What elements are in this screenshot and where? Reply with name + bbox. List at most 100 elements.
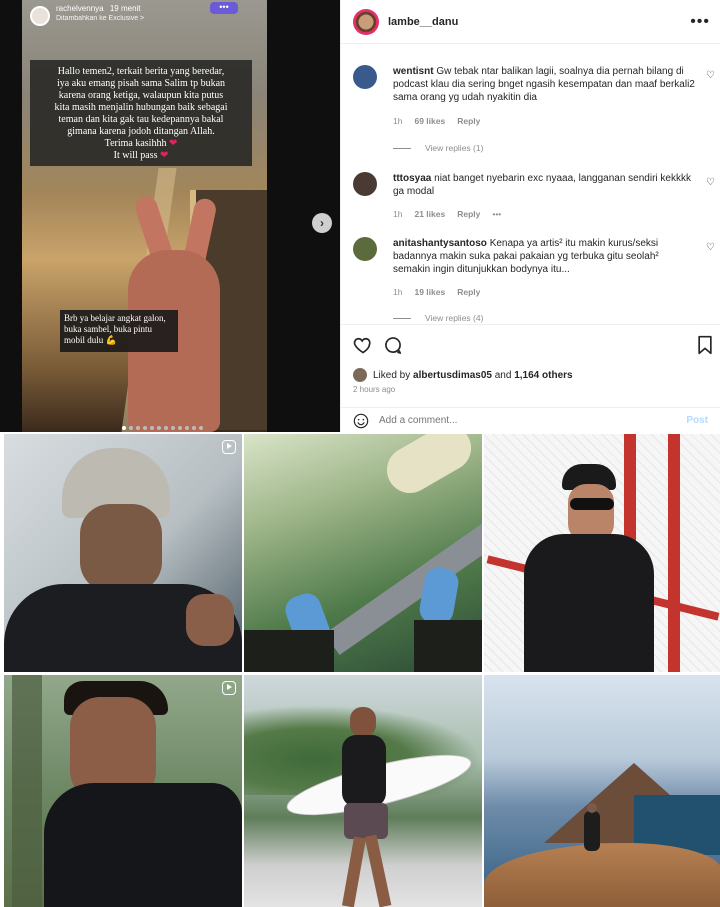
comment-body: Gw tebak ntar balikan lagii, soalnya dia…: [393, 66, 695, 103]
face: [80, 504, 162, 592]
comments-list[interactable]: wentisnt Gw tebak ntar balikan lagii, so…: [341, 45, 720, 323]
comment-like-icon[interactable]: ♡: [706, 71, 716, 81]
island: [378, 434, 480, 502]
carousel-dot: [157, 426, 161, 430]
replies-divider: [393, 317, 411, 319]
comment-icon[interactable]: [383, 335, 403, 355]
bookmark-icon[interactable]: [697, 335, 713, 355]
view-replies-label: View replies (4): [425, 313, 484, 323]
story-caption-secondary: Brb ya belajar angkat galon, buka sambel…: [60, 310, 178, 352]
story-username: rachelvennya: [56, 4, 104, 13]
add-comment-bar: Post: [341, 407, 720, 433]
legs: [244, 630, 334, 672]
post-actions: Liked by albertusdimas05 and 1,164 other…: [341, 324, 720, 432]
view-replies-button[interactable]: View replies (4): [393, 313, 483, 323]
tile-sunglasses-man[interactable]: [484, 434, 720, 672]
comment-body: niat banget nyebarin exc nyaaa, langgana…: [393, 173, 691, 197]
comment-username[interactable]: wentisnt: [393, 66, 434, 77]
tile-wetsuit-man[interactable]: [4, 675, 242, 907]
story-user-block: rachelvennya 19 menit Ditambahkan ke Exc…: [56, 4, 144, 24]
carousel-dot: [171, 426, 175, 430]
hiker-head: [587, 803, 597, 813]
next-arrow-icon[interactable]: ›: [312, 213, 332, 233]
view-replies-label: View replies (1): [425, 143, 484, 153]
heart-icon: ❤: [160, 150, 169, 161]
liked-by-and: and: [494, 369, 512, 381]
carousel-dot: [164, 426, 168, 430]
action-icons-row: [353, 335, 712, 357]
profile-photo-grid: [0, 432, 720, 907]
head: [350, 707, 376, 737]
liked-by-avatar: [353, 368, 367, 382]
rash-guard: [342, 735, 386, 807]
story-time: 19 menit: [109, 4, 141, 13]
caption-line: karena orang ketiga, walaupun kita putus: [58, 90, 224, 101]
caption-line: Hallo temen2, terkait berita yang bereda…: [57, 66, 225, 77]
comment-options-icon[interactable]: •••: [492, 209, 501, 219]
comment-text: tttosyaa niat banget nyebarin exc nyaaa,…: [393, 172, 695, 198]
reels-icon: [222, 440, 236, 454]
caption-line: Terima kasihhh: [104, 138, 167, 149]
comment-text: wentisnt Gw tebak ntar balikan lagii, so…: [393, 65, 695, 104]
heart-icon[interactable]: [353, 335, 373, 355]
comment-likes[interactable]: 69 likes: [414, 116, 445, 126]
post-media[interactable]: rachelvennya 19 menit Ditambahkan ke Exc…: [0, 0, 340, 432]
caption-line-with-heart: It will pass ❤: [34, 150, 248, 162]
carousel-dots: [122, 426, 203, 430]
liked-by-count[interactable]: 1,164 others: [514, 370, 572, 381]
comment-like-icon[interactable]: ♡: [706, 243, 716, 253]
emoji-icon[interactable]: [353, 413, 369, 429]
liked-by-line: Liked by albertusdimas05 and 1,164 other…: [353, 368, 573, 382]
tile-surfboard-man[interactable]: [244, 675, 482, 907]
reels-icon: [222, 681, 236, 695]
comment-reply-button[interactable]: Reply: [457, 287, 480, 297]
leg: [364, 834, 392, 907]
caption-line: iya aku emang pisah sama Salim tp bukan: [56, 78, 226, 89]
more-options-icon[interactable]: •••: [690, 13, 710, 31]
carousel-dot: [129, 426, 133, 430]
comment-likes[interactable]: 21 likes: [414, 209, 445, 219]
story-screenshot: rachelvennya 19 menit Ditambahkan ke Exc…: [22, 0, 267, 432]
shorts: [344, 803, 388, 839]
post-comment-button[interactable]: Post: [686, 415, 708, 426]
comment-meta: 1h 69 likes Reply: [393, 116, 480, 126]
story-subline: Ditambahkan ke Exclusive >: [56, 15, 145, 22]
liked-by-user[interactable]: albertusdimas05: [413, 370, 492, 381]
carousel-dot: [136, 426, 140, 430]
tile-beanie-man[interactable]: [4, 434, 242, 672]
comment-time: 1h: [393, 116, 403, 126]
post-author-avatar[interactable]: [353, 8, 379, 35]
comment-reply-button[interactable]: Reply: [457, 116, 480, 126]
caption-line: teman dan kita gak tau kedepannya bakal: [58, 114, 224, 125]
tile-mountain-hiker[interactable]: [484, 675, 720, 907]
carousel-dot: [122, 426, 126, 430]
comment-input[interactable]: [379, 415, 677, 426]
comment-username[interactable]: tttosyaa: [393, 173, 431, 184]
post-view: rachelvennya 19 menit Ditambahkan ke Exc…: [0, 0, 720, 432]
replies-divider: [393, 147, 411, 149]
hand: [186, 594, 234, 646]
comment-avatar[interactable]: [353, 65, 377, 89]
comment-username[interactable]: anitashantysantoso: [393, 238, 487, 249]
story-avatar: [30, 6, 50, 26]
comment-reply-button[interactable]: Reply: [457, 209, 480, 219]
carousel-dot: [185, 426, 189, 430]
post-side-panel: lambe__danu ••• wentisnt Gw tebak ntar b…: [340, 0, 720, 432]
caption-line: kita masih menjalin hubungan baik sebaga…: [54, 102, 228, 113]
comment-avatar[interactable]: [353, 172, 377, 196]
caption-line-with-heart: Terima kasihhh ❤: [34, 138, 248, 150]
sweater: [524, 534, 654, 672]
carousel-dot: [199, 426, 203, 430]
post-timestamp: 2 hours ago: [353, 385, 396, 394]
post-author-username[interactable]: lambe__danu: [388, 16, 690, 28]
view-replies-button[interactable]: View replies (1): [393, 143, 483, 153]
comment-meta: 1h 21 likes Reply •••: [393, 209, 501, 219]
leg: [342, 836, 366, 907]
carousel-dot: [150, 426, 154, 430]
comment-item: tttosyaa niat banget nyebarin exc nyaaa,…: [353, 172, 716, 232]
comment-time: 1h: [393, 209, 403, 219]
comment-likes[interactable]: 19 likes: [414, 287, 445, 297]
comment-avatar[interactable]: [353, 237, 377, 261]
tile-legs-over-sea[interactable]: [244, 434, 482, 672]
comment-like-icon[interactable]: ♡: [706, 178, 716, 188]
